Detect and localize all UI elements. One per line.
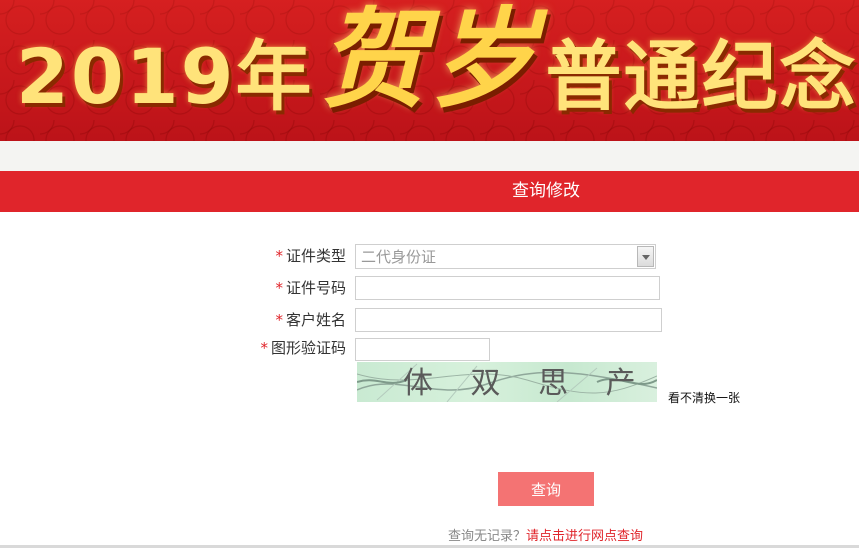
required-mark: * — [260, 339, 268, 357]
query-button[interactable]: 查询 — [498, 472, 594, 506]
spacer-strip — [0, 141, 859, 171]
required-mark: * — [275, 247, 283, 265]
banner-brush-text: 贺岁 — [319, 0, 540, 123]
id-number-label: * 证件号码 — [275, 277, 346, 299]
required-mark: * — [275, 311, 283, 329]
name-input[interactable] — [355, 308, 662, 332]
section-title: 查询修改 — [512, 181, 580, 201]
required-mark: * — [275, 279, 283, 297]
id-number-label-text: 证件号码 — [285, 279, 346, 297]
id-type-select[interactable]: 二代身份证 — [355, 244, 656, 269]
name-label: * 客户姓名 — [275, 309, 346, 331]
branch-query-link[interactable]: 请点击进行网点查询 — [526, 529, 643, 544]
footer-note-text: 查询无记录？ — [448, 529, 527, 544]
banner-rest: 普通纪念币 — [545, 32, 859, 121]
captcha-image[interactable]: 体 双 思 产 香 — [357, 362, 657, 402]
footer-note: 查询无记录？请点击进行网点查询 — [448, 528, 643, 546]
id-type-label: * 证件类型 — [275, 245, 346, 267]
captcha-label-text: 图形验证码 — [270, 339, 346, 357]
chevron-down-icon[interactable] — [637, 246, 654, 267]
id-number-input[interactable] — [355, 276, 660, 300]
banner: 2019年贺岁普通纪念币 — [0, 0, 859, 141]
id-type-label-text: 证件类型 — [285, 247, 346, 265]
captcha-text: 体 双 思 产 香 — [403, 366, 657, 401]
banner-year: 2019年 — [16, 32, 314, 121]
banner-title: 2019年贺岁普通纪念币 — [16, 6, 859, 125]
id-type-selected: 二代身份证 — [361, 248, 437, 266]
captcha-refresh-link[interactable]: 看不清换一张 — [668, 390, 740, 406]
captcha-input[interactable] — [355, 338, 490, 361]
name-label-text: 客户姓名 — [285, 311, 346, 329]
captcha-label: * 图形验证码 — [260, 337, 346, 359]
section-header: 查询修改 — [0, 171, 859, 212]
